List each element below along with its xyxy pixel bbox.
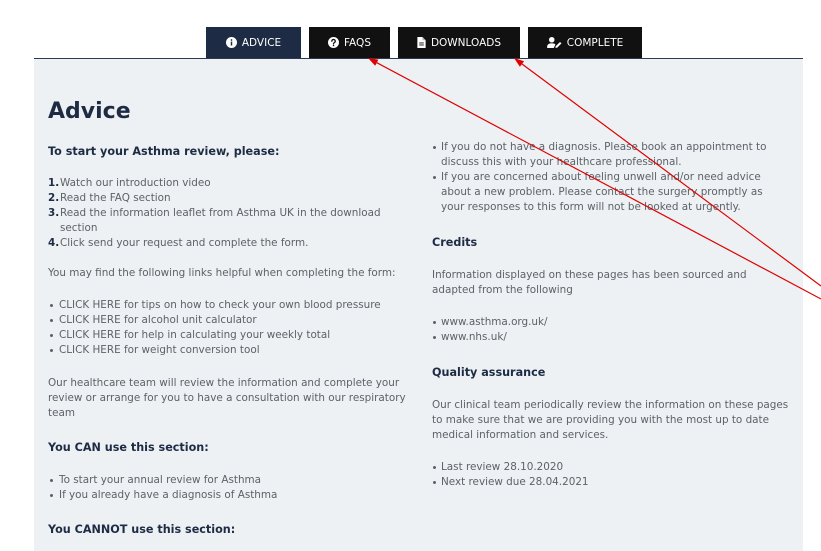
list-item: www.nhs.uk/ <box>432 330 802 345</box>
list-item: CLICK HERE for tips on how to check your… <box>48 298 420 313</box>
list-item: If you do not have a diagnosis. Please b… <box>432 140 779 170</box>
credits-links-list: www.asthma.org.uk/ www.nhs.uk/ <box>432 315 802 345</box>
review-steps-list: 1. Watch our introduction video 2. Read th… <box>48 176 402 251</box>
step-number: 2. <box>48 191 60 204</box>
tab-downloads[interactable]: DOWNLOADS <box>398 27 520 58</box>
can-use-list: To start your annual review for Asthma I… <box>48 473 420 503</box>
click-here-weekly-total-link[interactable]: CLICK HERE <box>59 329 121 341</box>
step-number: 1. <box>48 176 60 189</box>
tab-label: DOWNLOADS <box>430 36 502 49</box>
info-circle-icon <box>225 37 237 48</box>
quality-assurance-heading: Quality assurance <box>432 366 546 379</box>
list-item: CLICK HERE for alcohol unit calculator <box>48 313 420 328</box>
cannot-use-heading: You CANNOT use this section: <box>48 523 236 536</box>
tab-label: COMPLETE <box>566 36 624 49</box>
links-intro-text: You may find the following links helpful… <box>48 266 396 279</box>
click-here-weight-conversion-link[interactable]: CLICK HERE <box>59 344 121 356</box>
quality-assurance-text: Our clinical team periodically review th… <box>432 398 789 441</box>
step-number: 3. <box>48 206 60 219</box>
click-here-alcohol-calculator-link[interactable]: CLICK HERE <box>59 314 121 326</box>
tab-label: FAQS <box>343 36 371 49</box>
credits-heading: Credits <box>432 236 478 249</box>
credits-text: Information displayed on these pages has… <box>432 268 747 296</box>
intro-heading: To start your Asthma review, please: <box>48 145 280 158</box>
list-item: 2. Read the FAQ section <box>48 191 402 206</box>
list-item: Next review due 28.04.2021 <box>432 475 802 490</box>
step-text: Click send your request and complete the… <box>60 236 309 249</box>
list-item: If you are concerned about feeling unwel… <box>432 170 779 215</box>
section-tabs: ADVICE FAQS DOWNLOADS COMPLETE <box>206 27 642 58</box>
tab-faqs[interactable]: FAQS <box>309 27 390 58</box>
tab-label: ADVICE <box>241 36 282 49</box>
link-description: for tips on how to check your own blood … <box>123 298 381 311</box>
link-description: for help in calculating your weekly tota… <box>123 328 331 341</box>
question-circle-icon <box>327 37 339 48</box>
link-description: for alcohol unit calculator <box>123 313 257 326</box>
team-note-text: Our healthcare team will review the info… <box>48 376 406 419</box>
advice-left-column: Advice To start your Asthma review, plea… <box>48 97 420 538</box>
list-item: Last review 28.10.2020 <box>432 460 802 475</box>
list-item: CLICK HERE for help in calculating your … <box>48 328 420 343</box>
step-text: Read the FAQ section <box>60 191 171 204</box>
can-use-heading: You CAN use this section: <box>48 441 209 454</box>
list-item: If you already have a diagnosis of Asthm… <box>48 488 420 503</box>
nhs-link[interactable]: www.nhs.uk/ <box>441 331 507 343</box>
cannot-use-list: If you do not have a diagnosis. Please b… <box>432 140 779 215</box>
step-text: Watch our introduction video <box>60 176 211 189</box>
advice-right-column: If you do not have a diagnosis. Please b… <box>432 140 802 490</box>
helpful-links-list: CLICK HERE for tips on how to check your… <box>48 298 420 358</box>
list-item: CLICK HERE for weight conversion tool <box>48 343 420 358</box>
list-item: 1. Watch our introduction video <box>48 176 402 191</box>
list-item: 4. Click send your request and complete t… <box>48 236 402 251</box>
tab-complete[interactable]: COMPLETE <box>528 27 642 58</box>
asthma-uk-link[interactable]: www.asthma.org.uk/ <box>441 316 548 328</box>
tab-advice[interactable]: ADVICE <box>206 27 301 58</box>
user-edit-icon <box>546 37 562 48</box>
file-icon <box>417 37 426 48</box>
link-description: for weight conversion tool <box>123 343 260 356</box>
step-text: Read the information leaflet from Asthma… <box>60 206 381 234</box>
review-dates-list: Last review 28.10.2020 Next review due 2… <box>432 460 802 490</box>
list-item: To start your annual review for Asthma <box>48 473 420 488</box>
list-item: www.asthma.org.uk/ <box>432 315 802 330</box>
page-title: Advice <box>48 99 131 124</box>
click-here-blood-pressure-link[interactable]: CLICK HERE <box>59 299 121 311</box>
list-item: 3. Read the information leaflet from Asth… <box>48 206 402 236</box>
step-number: 4. <box>48 236 60 249</box>
